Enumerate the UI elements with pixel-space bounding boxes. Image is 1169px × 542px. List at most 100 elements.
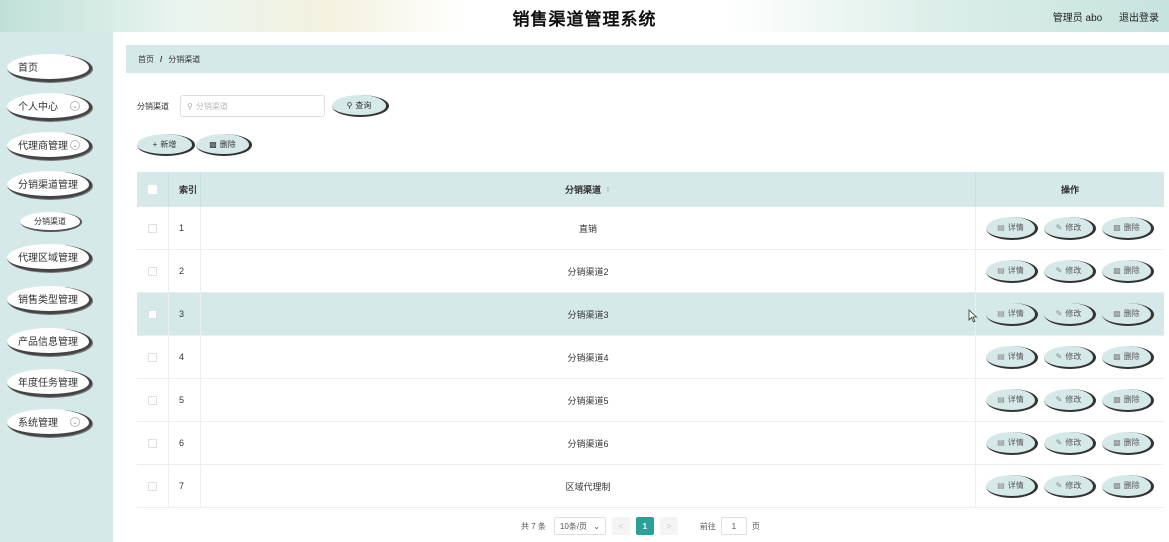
prev-page-button[interactable]: < — [611, 517, 630, 535]
query-button[interactable]: ⚲ 查询 — [332, 95, 389, 117]
select-all-checkbox[interactable] — [148, 185, 157, 194]
table-row[interactable]: 4 分销渠道4 ▤ 详情 ✎ 修改 ▩ 删除 — [137, 336, 1164, 379]
sidebar-subitem-channel[interactable]: 分销渠道 — [20, 212, 82, 232]
sidebar-item-annual-tasks[interactable]: 年度任务管理 — [7, 369, 92, 397]
delete-button[interactable]: ▩ 删除 — [1102, 216, 1154, 240]
goto-suffix: 页 — [751, 521, 760, 531]
mouse-cursor-icon — [968, 309, 978, 323]
row-checkbox[interactable] — [148, 438, 157, 448]
header-name[interactable]: 分销渠道 ⇕ — [201, 172, 976, 207]
edit-button[interactable]: ✎ 修改 — [1044, 474, 1096, 498]
breadcrumb-current: 分销渠道 — [168, 54, 201, 64]
edit-button[interactable]: ✎ 修改 — [1044, 431, 1096, 455]
header-ops: 操作 — [1060, 185, 1079, 195]
delete-button[interactable]: ▩ 删除 — [1102, 474, 1154, 498]
search-label: 分销渠道 — [137, 102, 169, 111]
sidebar-item-label: 产品信息管理 — [18, 337, 78, 348]
table-header-row: 索引 分销渠道 ⇕ 操作 — [137, 172, 1164, 207]
detail-button[interactable]: ▤ 详情 — [986, 388, 1038, 412]
trash-icon: ▩ — [209, 139, 217, 149]
delete-button[interactable]: ▩ 删除 — [1102, 388, 1154, 412]
table-row[interactable]: 2 分销渠道2 ▤ 详情 ✎ 修改 ▩ 删除 — [137, 250, 1164, 293]
detail-button[interactable]: ▤ 详情 — [986, 216, 1038, 240]
table-row[interactable]: 3 分销渠道3 ▤ 详情 ✎ 修改 ▩ 删除 — [137, 293, 1164, 336]
delete-label: 删除 — [1123, 480, 1140, 490]
row-checkbox[interactable] — [148, 309, 157, 319]
table-row[interactable]: 5 分销渠道5 ▤ 详情 ✎ 修改 ▩ 删除 — [137, 379, 1164, 422]
row-actions: ▤ 详情 ✎ 修改 ▩ 删除 — [976, 465, 1164, 507]
row-channel-name: 分销渠道6 — [201, 422, 976, 464]
batch-delete-button[interactable]: ▩ 删除 — [196, 134, 252, 156]
sidebar-item-home[interactable]: 首页 — [7, 54, 92, 82]
edit-button[interactable]: ✎ 修改 — [1044, 302, 1096, 326]
edit-button[interactable]: ✎ 修改 — [1044, 259, 1096, 283]
logout-link[interactable]: 退出登录 — [1119, 13, 1159, 24]
breadcrumb-home[interactable]: 首页 — [138, 54, 154, 65]
delete-button[interactable]: ▩ 删除 — [1102, 431, 1154, 455]
add-button[interactable]: + 新增 — [137, 134, 195, 156]
search-placeholder: 分销渠道 — [195, 101, 228, 111]
row-channel-name: 直销 — [201, 207, 976, 249]
batch-delete-label: 删除 — [219, 139, 236, 149]
edit-button[interactable]: ✎ 修改 — [1044, 345, 1096, 369]
delete-button[interactable]: ▩ 删除 — [1102, 345, 1154, 369]
detail-button[interactable]: ▤ 详情 — [986, 345, 1038, 369]
table-row[interactable]: 7 区域代理制 ▤ 详情 ✎ 修改 ▩ 删除 — [137, 465, 1164, 508]
breadcrumb-separator: / — [160, 54, 163, 64]
chevron-down-icon: ⌄ — [593, 521, 600, 531]
document-icon: ▤ — [997, 222, 1005, 232]
row-actions: ▤ 详情 ✎ 修改 ▩ 删除 — [976, 379, 1164, 421]
current-page[interactable]: 1 — [635, 517, 654, 535]
app-title: 销售渠道管理系统 — [512, 10, 657, 29]
row-actions: ▤ 详情 ✎ 修改 ▩ 删除 — [976, 207, 1164, 249]
sidebar-item-system[interactable]: 系统管理 ⌄ — [7, 409, 92, 437]
add-button-label: 新增 — [160, 139, 177, 149]
sidebar-item-channels[interactable]: 分销渠道管理 — [7, 171, 92, 199]
detail-button[interactable]: ▤ 详情 — [986, 474, 1038, 498]
page-size-select[interactable]: 10条/页 ⌄ — [553, 517, 606, 535]
detail-button[interactable]: ▤ 详情 — [986, 259, 1038, 283]
sidebar-item-agents[interactable]: 代理商管理 ⌄ — [7, 132, 92, 160]
sidebar-item-products[interactable]: 产品信息管理 — [7, 328, 92, 356]
sort-icon[interactable]: ⇕ — [605, 186, 611, 194]
trash-icon: ▩ — [1113, 351, 1121, 361]
sidebar-item-regions[interactable]: 代理区域管理 — [7, 244, 92, 272]
page-size-value: 10条/页 — [559, 521, 588, 531]
row-channel-name: 分销渠道5 — [201, 379, 976, 421]
sidebar-item-label: 分销渠道管理 — [18, 180, 78, 191]
delete-button[interactable]: ▩ 删除 — [1102, 302, 1154, 326]
document-icon: ▤ — [997, 437, 1005, 447]
header-name-label: 分销渠道 — [565, 185, 602, 195]
search-input[interactable]: ⚲ 分销渠道 — [180, 95, 325, 117]
table-row[interactable]: 6 分销渠道6 ▤ 详情 ✎ 修改 ▩ 删除 — [137, 422, 1164, 465]
header-user-area: 管理员 abo 退出登录 — [1039, 9, 1159, 24]
document-icon: ▤ — [997, 351, 1005, 361]
edit-button[interactable]: ✎ 修改 — [1044, 388, 1096, 412]
row-select-cell — [137, 379, 169, 421]
row-checkbox[interactable] — [148, 481, 157, 491]
edit-button[interactable]: ✎ 修改 — [1044, 216, 1096, 240]
row-actions: ▤ 详情 ✎ 修改 ▩ 删除 — [976, 293, 1164, 335]
detail-button[interactable]: ▤ 详情 — [986, 431, 1038, 455]
goto-input[interactable]: 1 — [720, 517, 747, 535]
sidebar-item-label: 系统管理 — [18, 418, 58, 429]
delete-button[interactable]: ▩ 删除 — [1102, 259, 1154, 283]
table-row[interactable]: 1 直销 ▤ 详情 ✎ 修改 ▩ 删除 — [137, 207, 1164, 250]
detail-button[interactable]: ▤ 详情 — [986, 302, 1038, 326]
trash-icon: ▩ — [1113, 437, 1121, 447]
pagination: 共 7 条 10条/页 ⌄ < 1 > 前往 1 页 — [521, 516, 760, 536]
row-checkbox[interactable] — [148, 395, 157, 405]
row-index: 1 — [169, 207, 201, 249]
detail-label: 详情 — [1007, 394, 1024, 404]
document-icon: ▤ — [997, 265, 1005, 275]
row-checkbox[interactable] — [148, 352, 157, 362]
detail-label: 详情 — [1007, 480, 1024, 490]
row-checkbox[interactable] — [148, 223, 157, 233]
row-checkbox[interactable] — [148, 266, 157, 276]
next-page-button[interactable]: > — [659, 517, 678, 535]
row-select-cell — [137, 250, 169, 292]
sidebar-item-personal[interactable]: 个人中心 ⌄ — [7, 93, 92, 121]
row-select-cell — [137, 465, 169, 507]
sidebar-item-sales-types[interactable]: 销售类型管理 — [7, 286, 92, 314]
row-channel-name: 区域代理制 — [201, 465, 976, 507]
